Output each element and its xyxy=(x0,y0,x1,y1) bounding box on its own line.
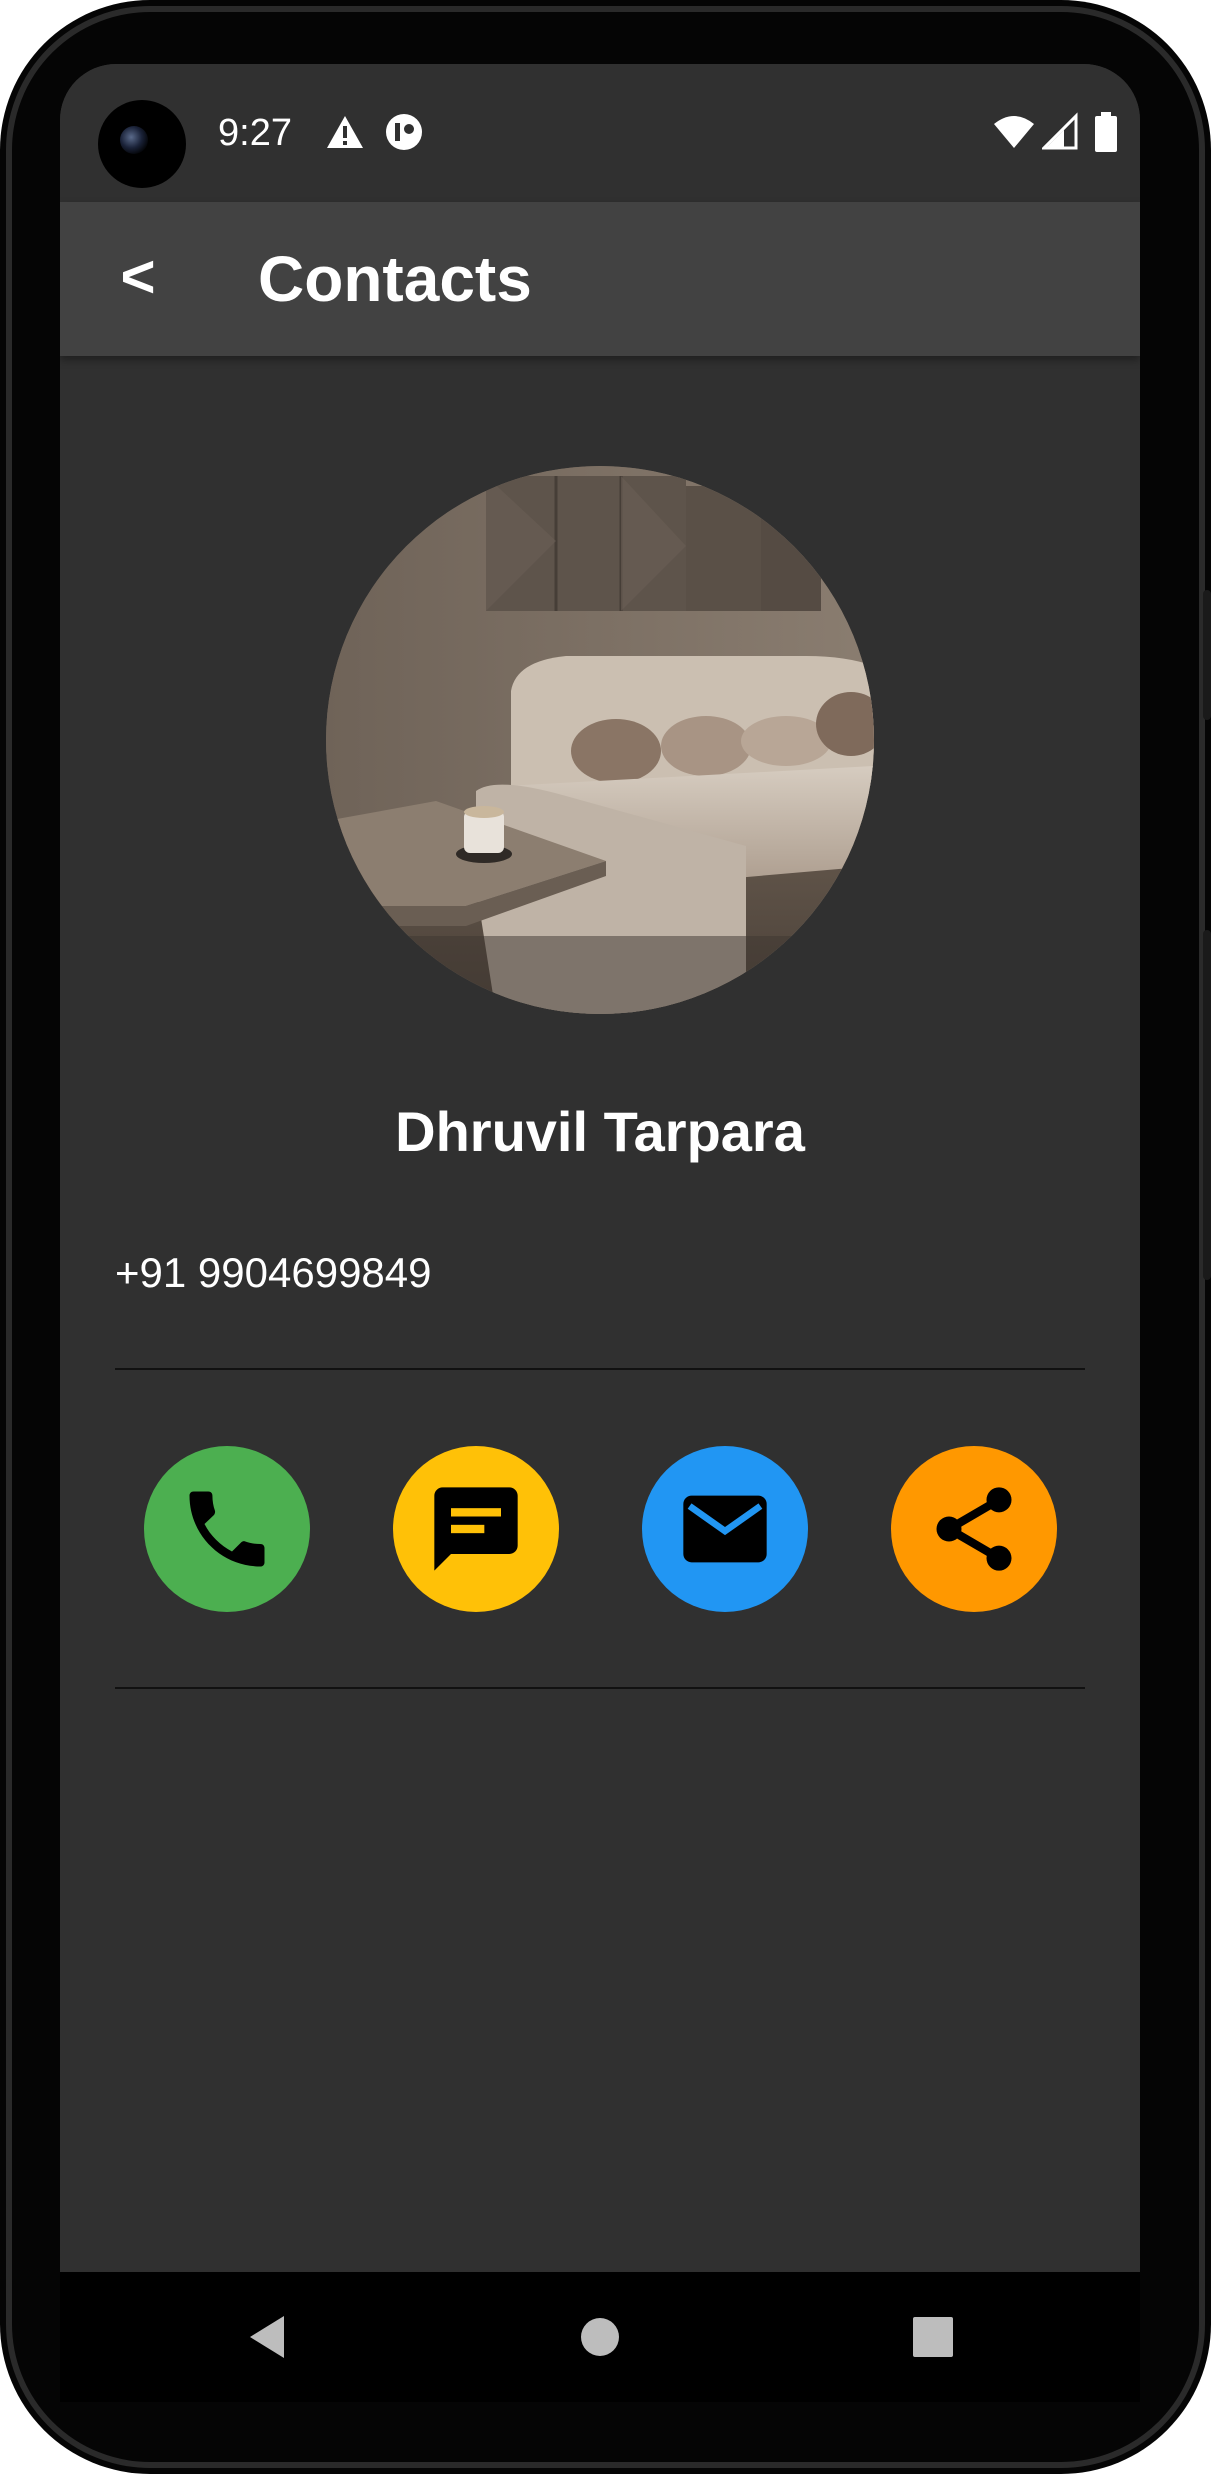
front-camera xyxy=(98,100,186,188)
page-title: Contacts xyxy=(258,243,532,315)
power-button xyxy=(1203,590,1211,720)
contact-name: Dhruvil Tarpara xyxy=(395,1100,805,1163)
contact-phone-number[interactable]: +91 9904699849 xyxy=(115,1249,432,1297)
divider-bottom xyxy=(115,1687,1085,1689)
signal-icon xyxy=(1042,112,1078,150)
home-circle-icon[interactable] xyxy=(565,2302,635,2372)
call-button[interactable] xyxy=(144,1446,310,1612)
message-button[interactable] xyxy=(393,1446,559,1612)
status-bar: 9:27 xyxy=(60,64,1140,202)
volume-button xyxy=(1203,930,1211,1280)
notification-dot-icon xyxy=(386,114,422,150)
status-time: 9:27 xyxy=(218,112,292,154)
back-triangle-icon[interactable] xyxy=(232,2302,302,2372)
avatar-image xyxy=(326,466,874,1014)
email-icon xyxy=(683,1495,767,1563)
divider-top xyxy=(115,1368,1085,1370)
camera-lens xyxy=(120,126,148,154)
system-nav-bar xyxy=(60,2272,1140,2402)
message-icon xyxy=(434,1487,518,1571)
back-button[interactable]: < xyxy=(98,232,178,322)
wifi-icon xyxy=(994,116,1034,148)
battery-icon xyxy=(1095,112,1117,152)
contact-avatar xyxy=(326,466,874,1014)
share-button[interactable] xyxy=(891,1446,1057,1612)
screen: 9:27 < Contacts Dhruvil Tarpara +91 9904… xyxy=(60,64,1140,2272)
recents-square-icon[interactable] xyxy=(898,2302,968,2372)
share-icon xyxy=(936,1487,1012,1571)
phone-frame: 9:27 < Contacts Dhruvil Tarpara +91 9904… xyxy=(0,0,1211,2474)
warning-icon xyxy=(327,116,363,148)
email-button[interactable] xyxy=(642,1446,808,1612)
app-bar: < Contacts xyxy=(60,202,1140,356)
phone-icon xyxy=(189,1491,265,1567)
